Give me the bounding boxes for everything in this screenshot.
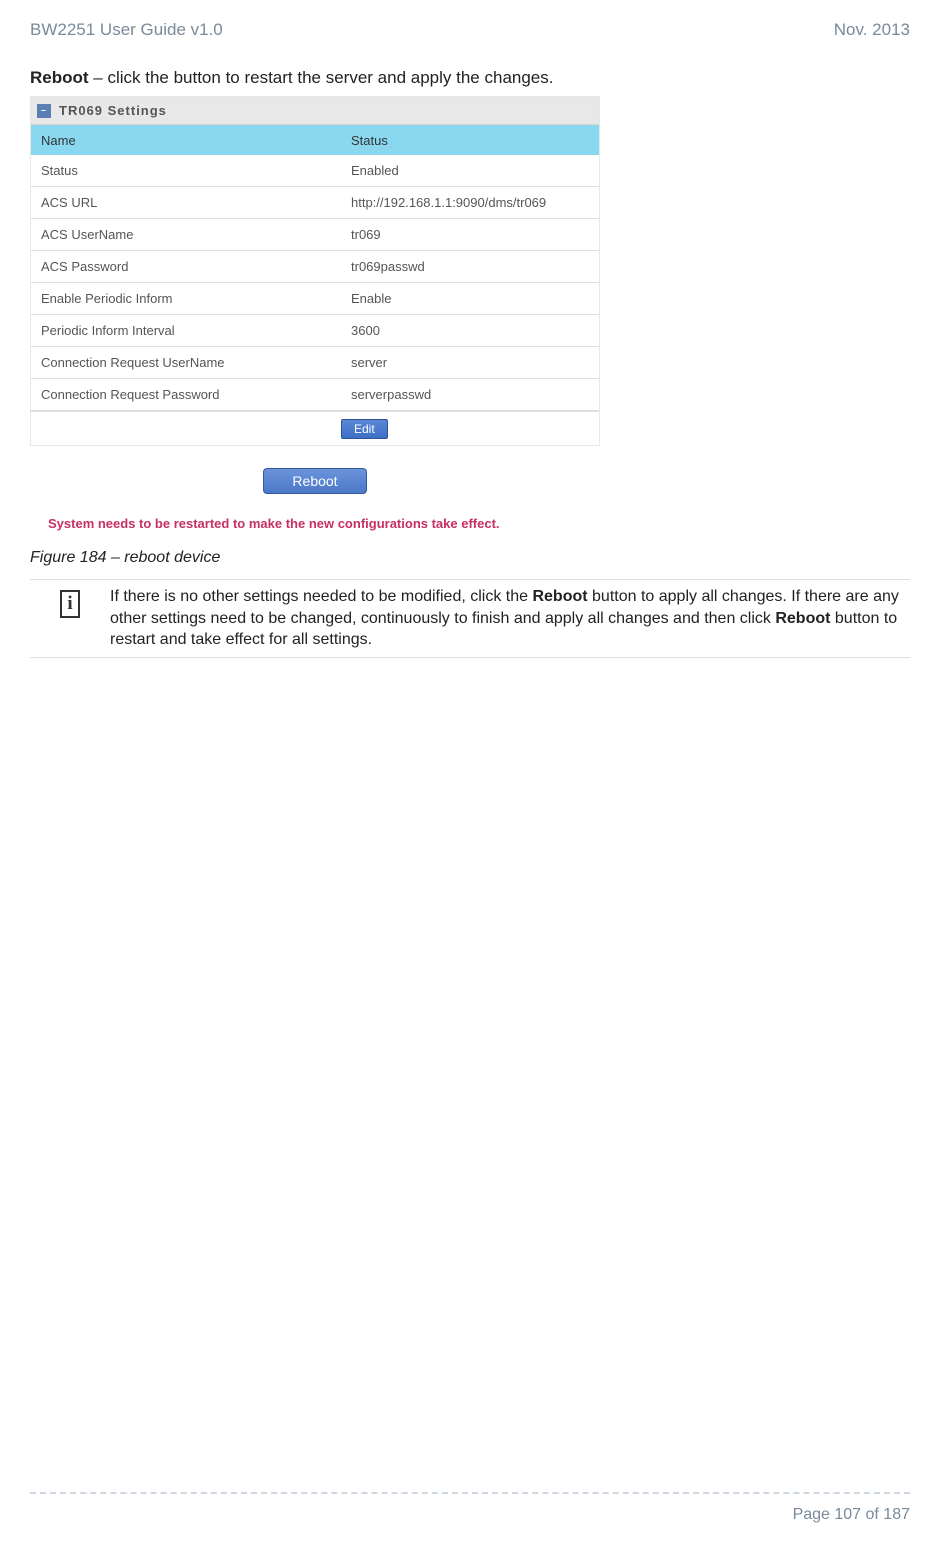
table-row: Enable Periodic Inform Enable [31, 283, 599, 315]
reboot-description: Reboot – click the button to restart the… [30, 68, 910, 88]
panel-toggle-icon[interactable]: – [37, 104, 51, 118]
info-icon: i [60, 590, 80, 618]
row-label: ACS URL [31, 195, 341, 210]
row-value: Enabled [341, 163, 599, 178]
row-label: ACS UserName [31, 227, 341, 242]
reboot-label-bold: Reboot [30, 68, 89, 87]
table-row: ACS URL http://192.168.1.1:9090/dms/tr06… [31, 187, 599, 219]
restart-warning: System needs to be restarted to make the… [30, 516, 600, 531]
info-bold: Reboot [532, 588, 587, 605]
table-row: ACS UserName tr069 [31, 219, 599, 251]
col-header-name: Name [31, 133, 341, 148]
page-footer: Page 107 of 187 [30, 1492, 910, 1524]
row-value: tr069 [341, 227, 599, 242]
row-value: Enable [341, 291, 599, 306]
row-label: Periodic Inform Interval [31, 323, 341, 338]
table-row: Connection Request Password serverpasswd [31, 379, 599, 411]
row-value: server [341, 355, 599, 370]
tr069-settings-panel: – TR069 Settings Name Status Status Enab… [30, 96, 600, 446]
reboot-button-row: Reboot [30, 450, 600, 516]
row-value: http://192.168.1.1:9090/dms/tr069 [341, 195, 599, 210]
edit-button-row: Edit [31, 411, 599, 445]
doc-title: BW2251 User Guide v1.0 [30, 20, 223, 40]
table-row: Periodic Inform Interval 3600 [31, 315, 599, 347]
info-part: If there is no other settings needed to … [110, 588, 532, 605]
doc-date: Nov. 2013 [834, 20, 910, 40]
info-note-box: i If there is no other settings needed t… [30, 579, 910, 658]
row-value: 3600 [341, 323, 599, 338]
row-label: Connection Request UserName [31, 355, 341, 370]
reboot-button[interactable]: Reboot [263, 468, 366, 494]
reboot-label-rest: – click the button to restart the server… [89, 68, 554, 87]
info-bold: Reboot [775, 610, 830, 627]
panel-title-bar: – TR069 Settings [31, 97, 599, 125]
page-header: BW2251 User Guide v1.0 Nov. 2013 [30, 20, 910, 40]
col-header-status: Status [341, 133, 599, 148]
info-note-text: If there is no other settings needed to … [110, 586, 910, 651]
table-row: Connection Request UserName server [31, 347, 599, 379]
row-label: ACS Password [31, 259, 341, 274]
row-label: Connection Request Password [31, 387, 341, 402]
figure-caption: Figure 184 – reboot device [30, 549, 910, 567]
edit-button[interactable]: Edit [341, 419, 388, 439]
table-header-row: Name Status [31, 125, 599, 155]
panel-title-text: TR069 Settings [59, 103, 167, 118]
row-value: serverpasswd [341, 387, 599, 402]
row-label: Enable Periodic Inform [31, 291, 341, 306]
table-row: ACS Password tr069passwd [31, 251, 599, 283]
row-label: Status [31, 163, 341, 178]
row-value: tr069passwd [341, 259, 599, 274]
table-row: Status Enabled [31, 155, 599, 187]
